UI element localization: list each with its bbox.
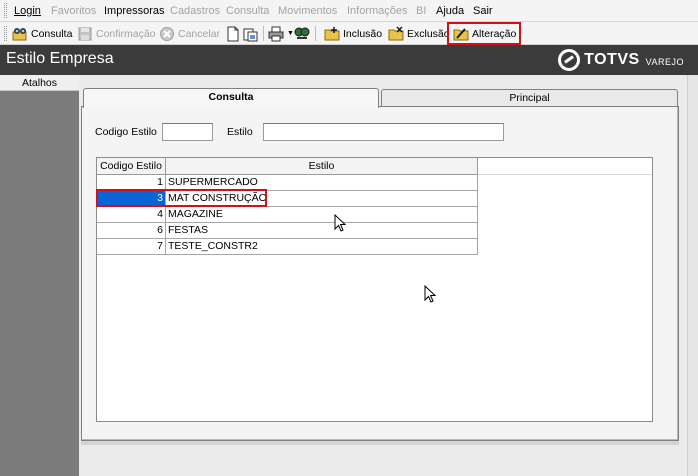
alteracao-button[interactable]: Alteração — [453, 25, 516, 42]
chevron-down-icon[interactable]: ▼ — [287, 30, 294, 37]
cell-code: 4 — [97, 207, 166, 223]
exclusao-button[interactable]: Exclusão — [388, 25, 450, 42]
search-tool-button[interactable] — [294, 25, 310, 42]
table-row[interactable]: 6 FESTAS — [97, 223, 478, 239]
inclusao-button[interactable]: Inclusão — [324, 25, 382, 42]
menu-login[interactable]: Login — [14, 5, 41, 17]
cell-name: MAGAZINE — [166, 207, 478, 223]
cell-name: SUPERMERCADO — [166, 175, 478, 191]
toolbar-grip[interactable] — [4, 26, 7, 41]
menu-informacoes[interactable]: Informações — [347, 5, 408, 17]
cell-name: FESTAS — [166, 223, 478, 239]
tab-consulta[interactable]: Consulta — [83, 88, 379, 108]
column-header-estilo[interactable]: Estilo — [166, 158, 478, 175]
panel-footer — [81, 441, 679, 445]
column-header-codigo[interactable]: Codigo Estilo — [97, 158, 166, 175]
estilo-input[interactable] — [263, 123, 504, 141]
copy-document-button[interactable] — [243, 25, 259, 42]
cell-name: TESTE_CONSTR2 — [166, 239, 478, 255]
window-header: Estilo Empresa TOTVS VAREJO — [0, 45, 698, 75]
delete-folder-icon — [388, 25, 404, 42]
results-grid[interactable]: Codigo Estilo Estilo 1 SUPERMERCADO 3 MA… — [96, 157, 653, 422]
cancel-circle-icon — [159, 26, 175, 42]
table-row[interactable]: 4 MAGAZINE — [97, 207, 478, 223]
consulta-button[interactable]: Consulta — [12, 25, 72, 42]
estilo-label: Estilo — [227, 126, 253, 138]
cell-code: 1 — [97, 175, 166, 191]
edit-folder-icon — [453, 26, 469, 42]
sidebar: Atalhos — [0, 75, 79, 476]
table-row-selected[interactable]: 3 MAT CONSTRUÇÃO — [97, 191, 478, 207]
menu-bi[interactable]: BI — [416, 5, 426, 17]
menu-consulta[interactable]: Consulta — [226, 5, 269, 17]
menu-sair[interactable]: Sair — [473, 5, 493, 17]
save-disk-icon — [77, 26, 93, 42]
totvs-logo: TOTVS VAREJO — [558, 49, 684, 71]
toolbar-separator — [315, 26, 316, 41]
table-row[interactable]: 7 TESTE_CONSTR2 — [97, 239, 478, 255]
atalhos-header[interactable]: Atalhos — [0, 75, 79, 91]
codigo-estilo-label: Codigo Estilo — [95, 126, 157, 138]
toolbar-separator — [263, 26, 264, 41]
table-row[interactable]: 1 SUPERMERCADO — [97, 175, 478, 191]
print-button[interactable]: ▼ — [268, 25, 294, 42]
vertical-scrollbar[interactable] — [687, 75, 698, 476]
new-document-button[interactable] — [225, 25, 241, 42]
page-title: Estilo Empresa — [6, 50, 114, 67]
cell-code: 7 — [97, 239, 166, 255]
new-document-icon — [225, 26, 241, 42]
cancelar-button[interactable]: Cancelar — [159, 25, 220, 42]
confirmacao-button[interactable]: Confirmação — [77, 25, 156, 42]
menu-bar: Login Favoritos Impressoras Cadastros Co… — [0, 0, 698, 22]
cell-name: MAT CONSTRUÇÃO — [166, 191, 478, 207]
menu-cadastros[interactable]: Cadastros — [170, 5, 220, 17]
copy-document-icon — [243, 26, 259, 42]
cell-code: 3 — [97, 191, 166, 207]
printer-icon — [268, 26, 284, 42]
grid-header: Codigo Estilo Estilo — [97, 158, 478, 175]
cell-code: 6 — [97, 223, 166, 239]
toolbar: Consulta Confirmação Cancelar ▼ Inclusão… — [0, 22, 698, 45]
menu-ajuda[interactable]: Ajuda — [436, 5, 464, 17]
tab-principal[interactable]: Principal — [381, 89, 678, 107]
totvs-logo-icon — [558, 49, 581, 71]
menu-movimentos[interactable]: Movimentos — [278, 5, 337, 17]
menu-impressoras[interactable]: Impressoras — [104, 5, 165, 17]
grid-header-filler — [478, 158, 652, 175]
add-folder-icon — [324, 26, 340, 42]
codigo-estilo-input[interactable] — [162, 123, 213, 141]
search-binoculars-icon — [294, 26, 310, 42]
menu-favoritos[interactable]: Favoritos — [51, 5, 96, 17]
menubar-grip[interactable] — [4, 3, 7, 18]
binoculars-folder-icon — [12, 26, 28, 42]
